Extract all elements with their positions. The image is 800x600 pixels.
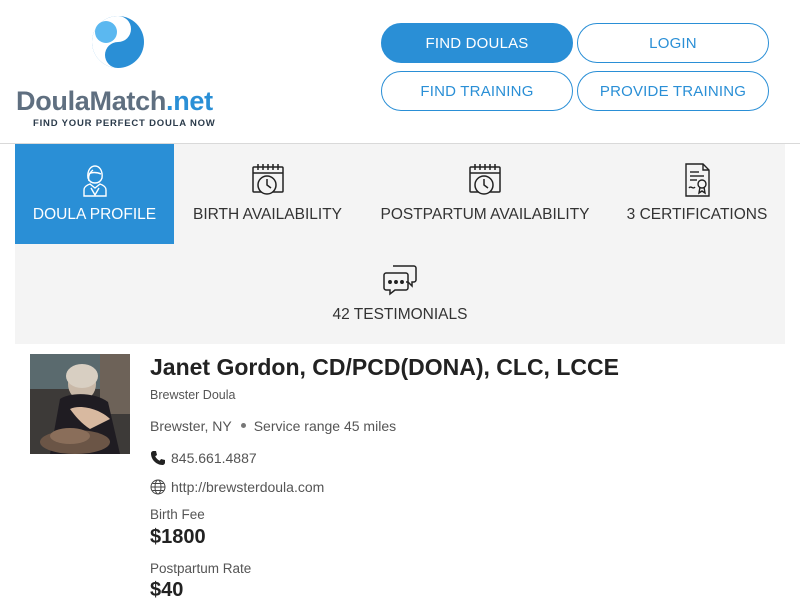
phone-icon <box>151 451 165 465</box>
birth-fee-value: $1800 <box>150 526 206 548</box>
provide-training-button[interactable]: PROVIDE TRAINING <box>577 71 769 111</box>
find-doulas-button[interactable]: FIND DOULAS <box>381 23 573 63</box>
tab-label: DOULA PROFILE <box>32 206 157 223</box>
tab-label: 3 CERTIFICATIONS <box>626 206 768 223</box>
doula-name: Janet Gordon, CD/PCD(DONA), CLC, LCCE <box>150 354 619 380</box>
tab-label: POSTPARTUM AVAILABILITY <box>380 206 590 223</box>
profile-photo-image <box>30 354 130 454</box>
birth-fee-label: Birth Fee <box>150 507 205 522</box>
doula-person-icon <box>82 165 107 197</box>
globe-icon <box>150 479 166 495</box>
separator-dot <box>240 423 246 428</box>
tab-doula-profile[interactable]: DOULA PROFILE <box>15 144 174 244</box>
logo-wordmark: DoulaMatch.net <box>16 86 213 116</box>
find-training-button[interactable]: FIND TRAINING <box>381 71 573 111</box>
profile-tabs: DOULA PROFILE BIRTH AVAILABILITY POSTPAR… <box>15 144 785 344</box>
postpartum-rate-value: $40 <box>150 579 184 600</box>
tab-postpartum-availability[interactable]: POSTPARTUM AVAILABILITY <box>361 144 609 244</box>
login-button[interactable]: LOGIN <box>577 23 769 63</box>
profile-photo <box>30 354 130 454</box>
website-link[interactable]: http://brewsterdoula.com <box>171 479 324 495</box>
service-range-text: Service range 45 miles <box>253 418 397 434</box>
location-line: Brewster, NY Service range 45 miles <box>150 418 396 434</box>
phone-number[interactable]: 845.661.4887 <box>171 450 257 466</box>
business-name: Brewster Doula <box>150 388 236 402</box>
tab-label: BIRTH AVAILABILITY <box>192 206 343 223</box>
phone-row[interactable]: 845.661.4887 <box>150 450 257 466</box>
calendar-clock-icon <box>251 164 284 195</box>
tab-certifications[interactable]: 3 CERTIFICATIONS <box>609 144 785 244</box>
website-row[interactable]: http://brewsterdoula.com <box>150 479 324 495</box>
tab-birth-availability[interactable]: BIRTH AVAILABILITY <box>174 144 361 244</box>
logo[interactable]: DoulaMatch.net FIND YOUR PERFECT DOULA N… <box>16 12 226 132</box>
logo-mark-icon <box>92 16 144 68</box>
site-header: DoulaMatch.net FIND YOUR PERFECT DOULA N… <box>0 0 800 144</box>
doula-profile-section: Janet Gordon, CD/PCD(DONA), CLC, LCCE Br… <box>0 344 800 600</box>
logo-tagline: FIND YOUR PERFECT DOULA NOW <box>33 118 216 129</box>
certificate-icon <box>685 163 710 197</box>
tab-testimonials[interactable]: 42 TESTIMONIALS <box>300 244 500 344</box>
location-text: Brewster, NY <box>150 418 232 434</box>
postpartum-rate-label: Postpartum Rate <box>150 561 252 576</box>
speech-bubbles-icon <box>383 265 417 296</box>
tab-label: 42 TESTIMONIALS <box>332 306 468 323</box>
calendar-clock-icon <box>469 164 501 195</box>
